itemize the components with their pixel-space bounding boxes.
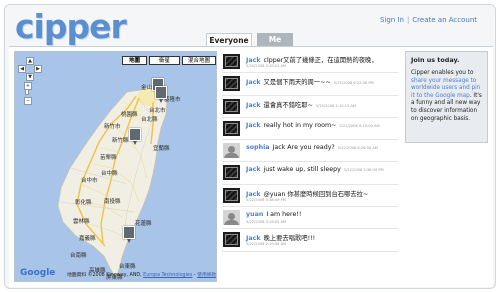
message-text: @yuan 你甚麼時候回到台石哪去拉~ [263,190,369,198]
avatar[interactable] [223,54,240,69]
map-marker[interactable] [129,128,141,145]
username-link[interactable]: sophia [246,144,269,151]
place-label: 台北縣 [141,117,158,123]
timestamp: 5/22/2008 3:16:05 AM [246,220,287,225]
map-view[interactable]: 地圖 衛星 混合地圖 ▲ ◀ ▶ ▼ + − 金山 基隆市 台北市 台北縣 桃園… [14,51,217,282]
message-text: 又是個下雨天的周一~~ [263,79,331,87]
list-item[interactable]: Jack 晚上要去唱歌吧!!! 5/22/2008 2:19:38 AM [222,229,398,252]
list-item[interactable]: Jack just wake up, still sleepy 5/22/2008 … [222,162,398,185]
avatar[interactable] [223,232,240,248]
message-text: I am here!! [266,211,302,219]
username-link[interactable]: Jack [246,235,261,242]
app-frame: cipper Sign In | Create an Account Everyon… [4,4,496,289]
message-text: really hot in my room~ [263,121,337,129]
zoom-out-button[interactable]: − [24,97,32,105]
message-text: just wake up, still sleepy [263,166,341,174]
username-link[interactable]: Jack [246,166,261,173]
map-type-hybrid[interactable]: 混合地圖 [182,56,216,65]
avatar[interactable] [223,210,240,226]
attribution-text: 地圖資料 ©2008 Kingway, AND, [67,273,144,278]
map-marker[interactable] [123,226,135,243]
map-canvas [15,52,216,281]
place-label: 台中縣 [101,171,118,177]
list-item[interactable]: yuan I am here!! 5/22/2008 3:16:05 AM [222,207,398,230]
place-label: 桃園縣 [121,112,138,118]
pan-down-icon[interactable]: ▼ [26,73,34,81]
timestamp: 5/22/2008 3:38:49 PM [343,168,384,173]
auth-separator: | [406,16,410,24]
zoom-slider[interactable] [25,89,29,95]
create-account-link[interactable]: Create an Account [412,16,477,24]
list-item[interactable]: Jack @yuan 你甚麼時候回到台石哪去拉~ 5/22/2008 3:38:4… [222,185,398,208]
place-label: 南投縣 [104,199,121,205]
username-link[interactable]: Jack [246,122,261,129]
sign-in-link[interactable]: Sign In [380,16,404,24]
place-label: 雲林縣 [73,219,90,225]
map-type-map[interactable]: 地圖 [122,56,147,65]
place-label: 台北市 [149,108,166,114]
message-text: clpper又前了幾條正，在這開熱的夜晚， [263,57,378,64]
app-logo[interactable]: cipper [15,7,127,46]
avatar[interactable] [223,187,240,203]
list-item[interactable]: Jack 又是個下雨天的周一~~ 5/25/2008 6:22:48 PM [222,73,398,96]
timestamp: 5/22/2008 6:10:00 AM [339,123,380,128]
timestamp: 5/22/2008 3:38:49 PM [246,197,286,202]
join-description: Cipper enables you to share your message… [411,70,482,123]
europa-technologies-link[interactable]: Europa Technologies [143,273,192,278]
avatar[interactable] [223,120,240,136]
list-item[interactable]: Jack really hot in my room~ 5/22/2008 6:10… [222,118,398,141]
join-panel: Join us today. Cipper enables you to sha… [405,51,488,143]
username-link[interactable]: Jack [246,57,261,64]
timestamp: 5/22/2008 6:26:58 AM [337,146,378,151]
place-label: 彰化縣 [75,200,92,206]
message-text: Jack Are you ready? [272,144,335,152]
list-item[interactable]: Jack clpper又前了幾條正，在這開熱的夜晚， 5/25/2008 5:29… [222,51,398,74]
tab-me[interactable]: Me [257,33,293,46]
main-content: 地圖 衛星 混合地圖 ▲ ◀ ▶ ▼ + − 金山 基隆市 台北市 台北縣 桃園… [9,46,493,287]
username-link[interactable]: Jack [246,79,261,86]
username-link[interactable]: yuan [246,211,263,218]
tab-everyone[interactable]: Everyone [206,33,252,46]
username-link[interactable]: Jack [246,102,261,109]
place-label: 台東縣 [119,264,136,270]
username-link[interactable]: Jack [246,191,261,198]
place-label: 金山 [141,85,153,91]
pan-right-icon[interactable]: ▶ [34,65,42,73]
header: cipper Sign In | Create an Account Everyon… [5,5,495,46]
pan-left-icon[interactable]: ◀ [18,65,26,73]
terms-of-use-link[interactable]: 使用條款 [197,273,216,278]
avatar[interactable] [223,143,240,159]
timestamp: 5/22/2008 2:19:38 AM [246,242,287,247]
message-text: 晚上要去唱歌吧!!! [263,235,316,243]
place-label: 台中市 [81,178,98,184]
avatar[interactable] [223,76,240,92]
list-item[interactable]: sophia Jack Are you ready? 5/22/2008 6:26:… [222,140,398,163]
place-label: 新竹市 [104,124,121,130]
avatar[interactable] [223,98,240,114]
google-logo[interactable]: Google [20,268,55,278]
message-text: 還會真不錯吃耶~ [263,101,313,109]
place-label: 嘉義縣 [79,236,96,242]
join-text: Cipper enables you to [411,70,474,76]
timestamp: 5/25/2008 1:10:13 AM [315,103,356,108]
avatar[interactable] [223,165,240,181]
place-label: 新竹縣 [112,138,129,144]
join-title: Join us today. [411,56,460,64]
map-type-satellite[interactable]: 衛星 [149,56,180,65]
place-label: 宜蘭縣 [153,146,170,152]
list-item[interactable]: Jack 還會真不錯吃耶~ 5/25/2008 1:10:13 AM [222,96,398,118]
timestamp: 5/25/2008 5:29:24 AM [246,64,287,68]
auth-links: Sign In | Create an Account [380,16,477,24]
place-label: 台南縣 [70,253,87,259]
map-marker[interactable] [155,86,167,103]
map-attribution: 地圖資料 ©2008 Kingway, AND, Europa Technolo… [67,271,216,278]
pan-up-icon[interactable]: ▲ [26,57,34,65]
timestamp: 5/25/2008 6:22:48 PM [333,81,374,86]
place-label: 花蓮縣 [135,221,152,227]
message-feed: Jack clpper又前了幾條正，在這開熱的夜晚， 5/25/2008 5:29… [222,51,398,252]
place-label: 苗栗縣 [100,155,117,161]
